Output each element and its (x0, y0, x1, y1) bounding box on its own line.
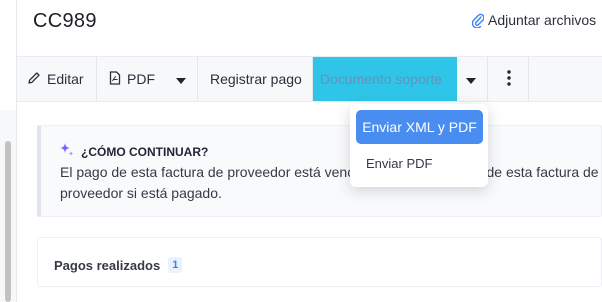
pdf-options-caret[interactable] (169, 57, 193, 101)
guidance-heading: ¿CÓMO CONTINUAR? (59, 142, 208, 161)
guidance-card: ¿CÓMO CONTINUAR? El pago de esta factura… (37, 125, 602, 217)
guidance-text: El pago de esta factura de proveedor est… (60, 162, 602, 204)
pencil-icon (27, 71, 41, 88)
toolbar-divider (197, 57, 198, 101)
menu-item-enviar-pdf[interactable]: Enviar PDF (366, 156, 432, 171)
pdf-button[interactable]: PDF (109, 57, 155, 101)
edit-button[interactable]: Editar (27, 57, 84, 101)
toolbar-divider (96, 57, 97, 101)
sparkle-icon (59, 142, 75, 161)
page-title: CC989 (33, 10, 97, 32)
guidance-line-2: proveedor si está pagado. (60, 185, 222, 201)
pdf-file-icon (109, 70, 121, 88)
left-divider (16, 0, 17, 302)
kebab-menu-icon (507, 69, 511, 89)
menu-item-enviar-xml-pdf[interactable]: Enviar XML y PDF (356, 110, 483, 144)
caret-down-icon (466, 71, 476, 87)
attach-files-link[interactable]: Adjuntar archivos (472, 12, 596, 28)
documento-soporte-caret[interactable] (457, 57, 485, 101)
documento-soporte-button[interactable]: Documento soporte (313, 57, 457, 101)
action-toolbar: Editar PDF Registrar pago Documento sopo… (17, 56, 602, 102)
registrar-pago-button[interactable]: Registrar pago (210, 57, 302, 101)
payments-card[interactable]: Pagos realizados 1 (37, 237, 602, 287)
guidance-heading-text: ¿CÓMO CONTINUAR? (81, 144, 209, 159)
pdf-label: PDF (127, 71, 155, 87)
caret-down-icon (176, 71, 186, 87)
guidance-line-1: El pago de esta factura de proveedor est… (60, 164, 599, 180)
toolbar-divider (528, 57, 529, 101)
paperclip-icon (472, 12, 484, 28)
scrollbar-thumb[interactable] (5, 141, 11, 302)
payments-section: Pagos realizados 1 (54, 257, 183, 273)
payments-label: Pagos realizados (54, 257, 161, 273)
documento-soporte-menu: Enviar XML y PDF Enviar PDF (350, 104, 488, 187)
edit-label: Editar (47, 71, 84, 87)
attach-files-label: Adjuntar archivos (488, 12, 597, 28)
more-options-button[interactable] (498, 57, 520, 101)
payments-count-badge: 1 (168, 257, 183, 273)
toolbar-divider (487, 57, 488, 101)
